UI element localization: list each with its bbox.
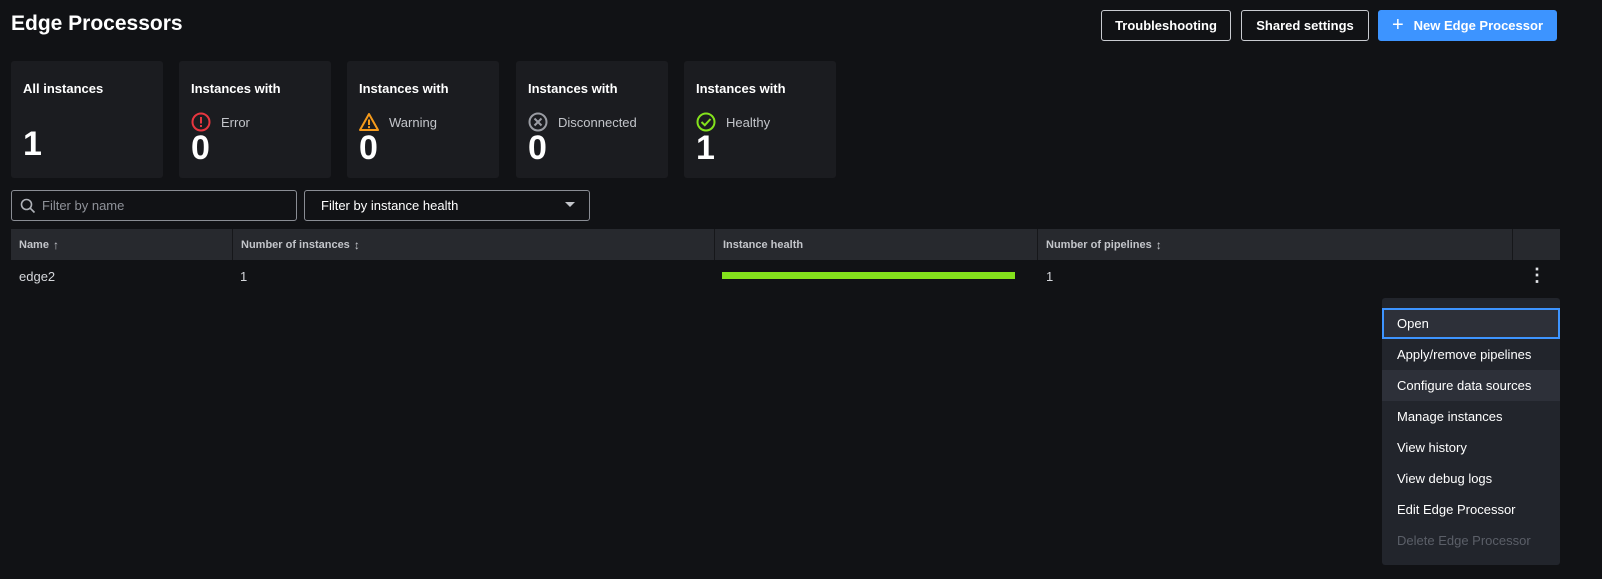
filter-by-health-select[interactable]: Filter by instance health — [304, 190, 590, 221]
filter-health-label: Filter by instance health — [321, 198, 459, 213]
menu-item-edit-edge-processor[interactable]: Edit Edge Processor — [1382, 494, 1560, 525]
menu-item-apply-remove-pipelines[interactable]: Apply/remove pipelines — [1382, 339, 1560, 370]
column-number-of-pipelines[interactable]: Number of pipelines ↕ — [1038, 229, 1513, 260]
column-number-of-instances[interactable]: Number of instances ↕ — [233, 229, 715, 260]
column-name[interactable]: Name ↑ — [11, 229, 233, 260]
card-error[interactable]: Instances with Error 0 — [179, 61, 331, 178]
new-edge-processor-button[interactable]: + New Edge Processor — [1378, 10, 1557, 41]
card-title: Instances with — [528, 81, 618, 96]
troubleshooting-button[interactable]: Troubleshooting — [1101, 10, 1231, 41]
card-count: 1 — [23, 125, 42, 163]
cell-pipelines: 1 — [1046, 269, 1054, 284]
column-instance-health: Instance health — [715, 229, 1038, 260]
card-count: 0 — [191, 129, 210, 167]
menu-item-configure-data-sources[interactable]: Configure data sources — [1382, 370, 1560, 401]
card-status: Warning — [389, 114, 437, 130]
card-disconnected[interactable]: Instances with Disconnected 0 — [516, 61, 668, 178]
sort-ascending-icon: ↑ — [52, 237, 59, 252]
shared-settings-button[interactable]: Shared settings — [1241, 10, 1369, 41]
new-edge-processor-label: New Edge Processor — [1413, 18, 1543, 33]
caret-down-icon — [565, 202, 575, 207]
menu-item-delete-edge-processor: Delete Edge Processor — [1397, 533, 1531, 548]
card-all-instances[interactable]: All instances 1 — [11, 61, 163, 178]
card-warning[interactable]: Instances with Warning 0 — [347, 61, 499, 178]
more-actions-icon[interactable]: ⋮ — [1528, 265, 1546, 286]
menu-item-manage-instances[interactable]: Manage instances — [1382, 401, 1560, 432]
sort-icon: ↕ — [1155, 237, 1162, 252]
card-count: 1 — [696, 129, 715, 167]
card-title: Instances with — [359, 81, 449, 96]
row-actions-menu: Open Apply/remove pipelines Configure da… — [1382, 298, 1560, 565]
card-healthy[interactable]: Instances with Healthy 1 — [684, 61, 836, 178]
card-count: 0 — [528, 129, 547, 167]
plus-icon: + — [1391, 14, 1404, 36]
menu-item-view-history[interactable]: View history — [1382, 432, 1560, 463]
cell-name[interactable]: edge2 — [19, 269, 55, 284]
column-label: Number of pipelines — [1046, 238, 1152, 251]
card-count: 0 — [359, 129, 378, 167]
column-label: Instance health — [723, 238, 804, 251]
menu-item-open[interactable]: Open — [1382, 308, 1560, 339]
sort-icon: ↕ — [353, 237, 360, 252]
column-label: Name — [19, 238, 49, 251]
health-bar — [722, 272, 1015, 279]
card-status: Disconnected — [558, 114, 637, 130]
search-icon — [20, 198, 36, 213]
card-status: Error — [221, 114, 250, 130]
cell-instances: 1 — [240, 269, 248, 284]
filter-name-placeholder: Filter by name — [42, 198, 125, 213]
card-title: Instances with — [696, 81, 786, 96]
table-header: Name ↑ Number of instances ↕ Instance heal… — [11, 229, 1560, 260]
page-title: Edge Processors — [11, 12, 183, 35]
card-title: Instances with — [191, 81, 281, 96]
menu-item-view-debug-logs[interactable]: View debug logs — [1382, 463, 1560, 494]
filter-by-name-input[interactable]: Filter by name — [11, 190, 297, 221]
card-status: Healthy — [726, 114, 771, 130]
column-label: Number of instances — [241, 238, 350, 251]
card-title: All instances — [23, 81, 104, 96]
